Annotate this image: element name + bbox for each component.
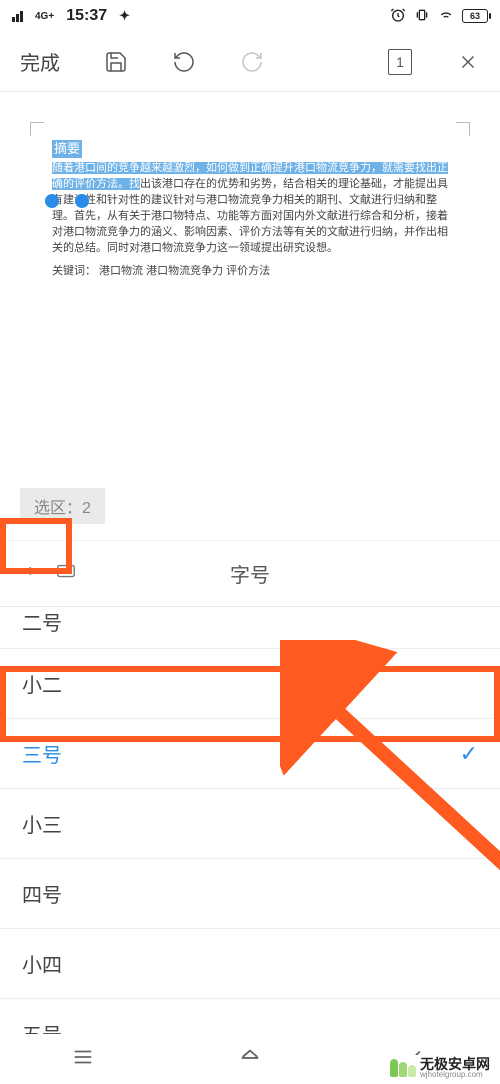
check-icon: ✓ (460, 741, 478, 767)
wechat-icon: ✦ (119, 8, 130, 24)
vibrate-icon (414, 7, 430, 26)
network-type: 4G+ (35, 11, 54, 22)
size-item[interactable]: 四号 (0, 859, 500, 929)
page-indicator[interactable]: 1 (388, 49, 412, 75)
doc-keywords: 关键词： 港口物流 港口物流竞争力 评价方法 (52, 262, 448, 278)
font-size-panel-header: 字号 (0, 541, 500, 607)
watermark-logo (390, 1059, 416, 1077)
close-icon[interactable] (456, 50, 480, 74)
selection-handle-start[interactable] (45, 194, 59, 208)
annotation-box-back (0, 518, 72, 574)
panel-title: 字号 (230, 559, 270, 588)
alarm-icon (390, 7, 406, 26)
doc-body: 随着港口间的竞争越来越激烈，如何做到正确提升港口物流竞争力，就需要找出正确的评价… (52, 160, 448, 256)
signal-icon (12, 11, 23, 22)
save-icon[interactable] (104, 50, 128, 74)
redo-icon[interactable] (240, 50, 264, 74)
clock: 15:37 (66, 7, 107, 25)
wifi-icon (438, 7, 454, 26)
undo-icon[interactable] (172, 50, 196, 74)
annotation-box-selected (0, 666, 500, 742)
home-icon[interactable] (236, 1046, 264, 1073)
status-bar: 4G+ 15:37 ✦ 63 (0, 0, 500, 32)
size-item-partial[interactable]: 二号 (0, 607, 500, 649)
size-item[interactable]: 小四 (0, 929, 500, 999)
size-item[interactable]: 小三 (0, 789, 500, 859)
editor-toolbar: 完成 1 (0, 32, 500, 92)
battery-icon: 63 (462, 9, 488, 23)
done-button[interactable]: 完成 (20, 47, 60, 76)
document-preview[interactable]: 摘要 随着港口间的竞争越来越激烈，如何做到正确提升港口物流竞争力，就需要找出正确… (0, 92, 500, 306)
watermark: 无极安卓网 wjhotelgroup.com (386, 1055, 494, 1081)
doc-title-highlight: 摘要 (52, 140, 82, 158)
menu-icon[interactable] (69, 1046, 97, 1073)
selection-handle-end[interactable] (75, 194, 89, 208)
